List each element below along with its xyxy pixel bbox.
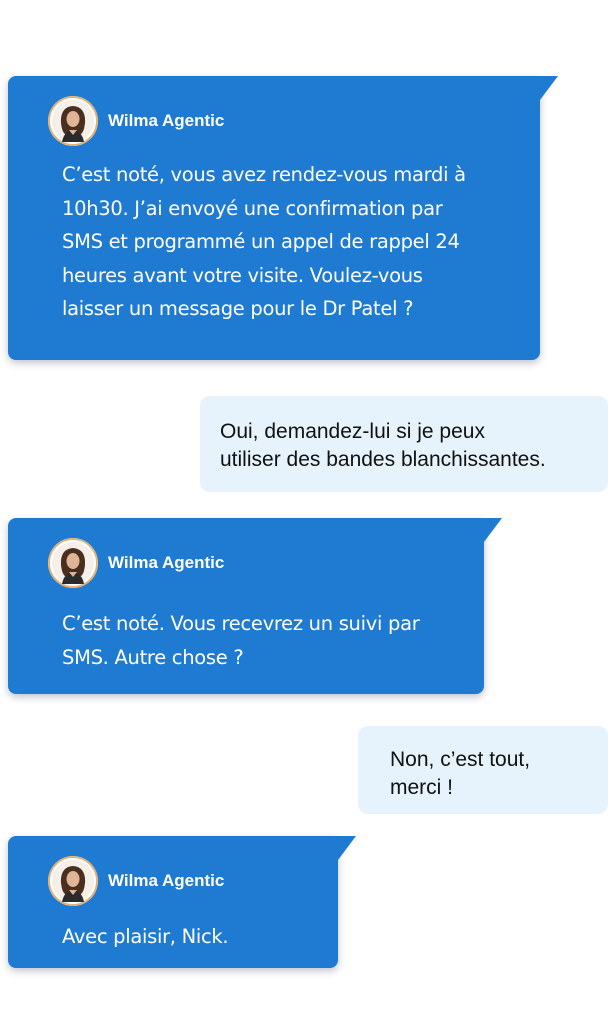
agent-message-bubble: Wilma Agentic C’est noté. Vous recevrez … [8, 518, 502, 694]
agent-name: Wilma Agentic [108, 111, 225, 130]
agent-message-text: C’est noté. Vous recevrez un suivi par S… [62, 612, 420, 669]
agent-header: Wilma Agentic [48, 96, 224, 146]
user-message-text: Non, c’est tout, merci ! [390, 748, 531, 799]
agent-name: Wilma Agentic [108, 553, 225, 572]
user-message-bubble: Non, c’est tout, merci ! [358, 726, 608, 814]
agent-name: Wilma Agentic [108, 871, 225, 890]
agent-message-text: C’est noté, vous avez rendez-vous mardi … [62, 163, 466, 320]
user-message-text: Oui, demandez-lui si je peux utiliser de… [220, 420, 546, 471]
agent-message-bubble: Wilma Agentic C’est noté, vous avez rend… [8, 76, 558, 360]
agent-header: Wilma Agentic [48, 856, 224, 906]
agent-message-text: Avec plaisir, Nick. [62, 925, 229, 948]
agent-header: Wilma Agentic [48, 538, 224, 588]
agent-avatar-icon [48, 96, 98, 146]
agent-avatar-icon [48, 856, 98, 906]
agent-message-bubble: Wilma Agentic Avec plaisir, Nick. [8, 836, 356, 968]
user-message-bubble: Oui, demandez-lui si je peux utiliser de… [200, 396, 608, 492]
agent-avatar-icon [48, 538, 98, 588]
